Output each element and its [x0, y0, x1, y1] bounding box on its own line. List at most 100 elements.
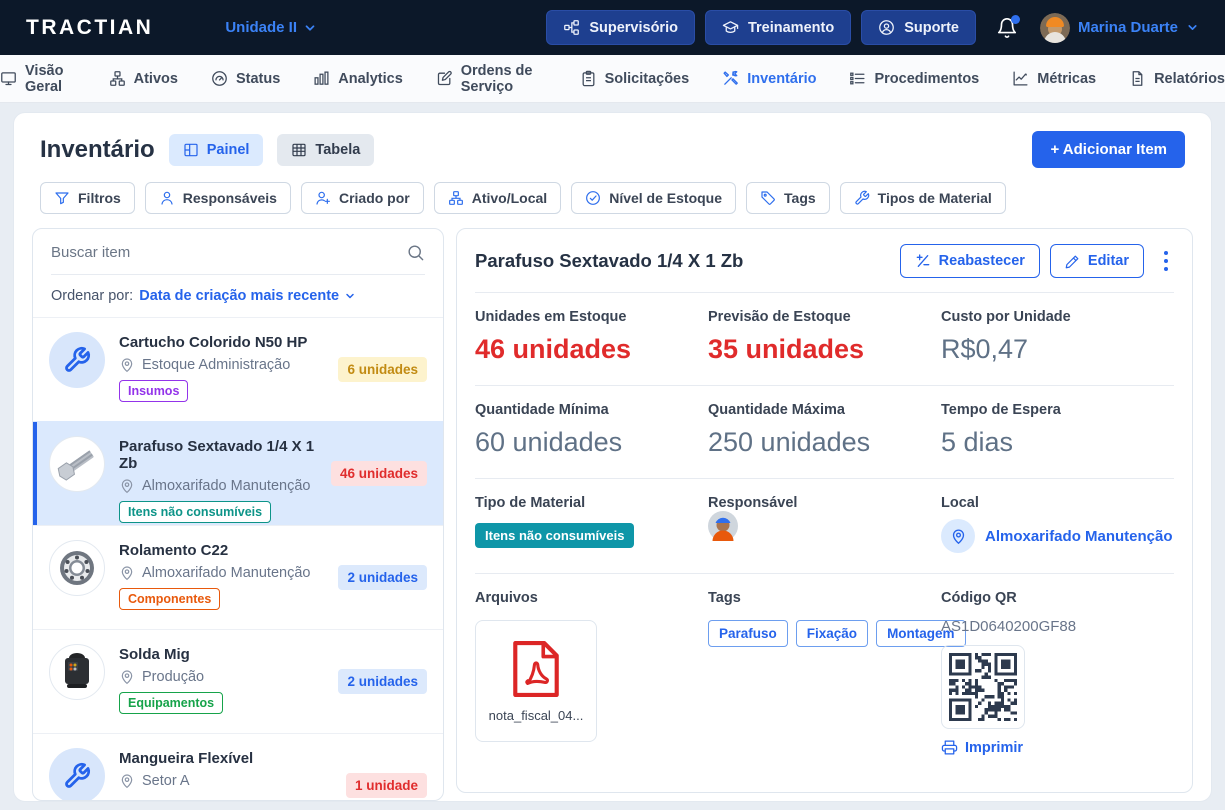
- nav-inventario[interactable]: Inventário: [722, 70, 816, 87]
- support-agent-icon: [878, 19, 895, 36]
- item-location: Setor A: [142, 773, 190, 789]
- edit-button[interactable]: Editar: [1050, 244, 1144, 278]
- suporte-button[interactable]: Suporte: [861, 10, 976, 45]
- item-tag: Componentes: [119, 588, 220, 610]
- tag-icon: [760, 190, 776, 206]
- add-item-button[interactable]: + Adicionar Item: [1032, 131, 1185, 168]
- filter-tipos-de-material[interactable]: Tipos de Material: [840, 182, 1006, 214]
- stat-value: 250 unidades: [708, 427, 941, 458]
- pdf-file-icon: [510, 640, 562, 698]
- map-pin-icon: [119, 565, 135, 581]
- local-link[interactable]: Almoxarifado Manutenção: [941, 519, 1174, 553]
- item-photo-bolt: [49, 436, 105, 492]
- tools-icon: [722, 70, 739, 87]
- nav-status[interactable]: Status: [211, 70, 280, 87]
- nav-ordens-de-servico[interactable]: Ordens de Serviço: [436, 63, 547, 95]
- gauge-icon: [211, 70, 228, 87]
- material-type-label: Tipo de Material: [475, 495, 708, 511]
- view-tabela-button[interactable]: Tabela: [277, 134, 374, 166]
- meta-row: Tipo de Material Itens não consumíveis R…: [475, 478, 1174, 573]
- item-tag: Itens não consumíveis: [119, 501, 271, 523]
- file-card[interactable]: nota_fiscal_04...: [475, 620, 597, 742]
- tag-chip[interactable]: Parafuso: [708, 620, 788, 647]
- wrench-icon: [854, 190, 870, 206]
- user-menu[interactable]: Marina Duarte: [1040, 13, 1199, 43]
- print-qr-link[interactable]: Imprimir: [941, 739, 1174, 756]
- restock-button[interactable]: Reabastecer: [900, 244, 1040, 278]
- unit-selector[interactable]: Unidade II: [225, 19, 317, 36]
- item-location: Produção: [142, 669, 204, 685]
- bar-chart-icon: [313, 70, 330, 87]
- nav-analytics[interactable]: Analytics: [313, 70, 402, 87]
- stat-label: Previsão de Estoque: [708, 309, 941, 325]
- map-pin-icon: [119, 357, 135, 373]
- local-label: Local: [941, 495, 1174, 511]
- supervisorio-button[interactable]: Supervisório: [546, 10, 695, 45]
- filter-criado-por[interactable]: Criado por: [301, 182, 424, 214]
- list-check-icon: [849, 70, 866, 87]
- wrench-placeholder-icon: [49, 332, 105, 388]
- user-name: Marina Duarte: [1078, 19, 1178, 36]
- nav-metricas[interactable]: Métricas: [1012, 70, 1096, 87]
- nav-relatorios[interactable]: Relatórios: [1129, 70, 1225, 87]
- treinamento-button[interactable]: Treinamento: [705, 10, 851, 45]
- sort-label: Ordenar por:: [51, 288, 133, 304]
- filter-tags[interactable]: Tags: [746, 182, 830, 214]
- item-location: Almoxarifado Manutenção: [142, 478, 310, 494]
- avatar: [1040, 13, 1070, 43]
- filter-filtros[interactable]: Filtros: [40, 182, 135, 214]
- edit-square-icon: [436, 70, 453, 87]
- nav-procedimentos[interactable]: Procedimentos: [849, 70, 979, 87]
- view-painel-button[interactable]: Painel: [169, 134, 264, 166]
- person-plus-icon: [315, 190, 331, 206]
- filter-nivel-de-estoque[interactable]: Nível de Estoque: [571, 182, 736, 214]
- notifications-button[interactable]: [996, 17, 1018, 39]
- clipboard-icon: [580, 70, 597, 87]
- filter-responsaveis[interactable]: Responsáveis: [145, 182, 291, 214]
- list-item[interactable]: Mangueira Flexível Setor A 1 unidade: [33, 733, 443, 801]
- line-chart-icon: [1012, 70, 1029, 87]
- list-item-selected[interactable]: Parafuso Sextavado 1/4 X 1 Zb Almoxarifa…: [33, 421, 443, 525]
- nav-ativos[interactable]: Ativos: [109, 70, 178, 87]
- main-nav: Visão Geral Ativos Status Analytics Orde…: [0, 55, 1225, 103]
- material-type-badge: Itens não consumíveis: [475, 523, 634, 548]
- more-options-button[interactable]: [1158, 249, 1174, 273]
- item-name: Mangueira Flexível: [119, 750, 332, 767]
- attachments-row: Arquivos nota_fiscal_04... Tags Parafuso…: [475, 573, 1174, 776]
- item-tag: Insumos: [119, 380, 188, 402]
- page-title: Inventário: [40, 136, 155, 164]
- list-item[interactable]: Rolamento C22 Almoxarifado Manutenção Co…: [33, 525, 443, 629]
- sort-dropdown[interactable]: Data de criação mais recente: [139, 288, 356, 304]
- unread-notification-dot: [1011, 15, 1020, 24]
- item-name: Solda Mig: [119, 646, 324, 663]
- workflow-icon: [563, 19, 580, 36]
- list-item[interactable]: Cartucho Colorido N50 HP Estoque Adminis…: [33, 317, 443, 421]
- map-pin-icon: [119, 669, 135, 685]
- tractian-logo: TRACTIAN: [26, 16, 153, 40]
- item-name: Parafuso Sextavado 1/4 X 1 Zb: [119, 438, 317, 472]
- stat-label: Unidades em Estoque: [475, 309, 708, 325]
- plus-minus-icon: [915, 253, 931, 269]
- tags-label: Tags: [708, 590, 941, 606]
- tag-chip[interactable]: Fixação: [796, 620, 868, 647]
- stat-label: Quantidade Máxima: [708, 402, 941, 418]
- qr-code-value: AS1D0640200GF88: [941, 618, 1174, 635]
- search-input[interactable]: [51, 244, 351, 261]
- quantity-badge: 6 unidades: [338, 357, 427, 382]
- graduation-icon: [722, 19, 739, 36]
- person-icon: [159, 190, 175, 206]
- responsible-label: Responsável: [708, 495, 941, 511]
- stat-value: 60 unidades: [475, 427, 708, 458]
- list-item[interactable]: Solda Mig Produção Equipamentos 2 unidad…: [33, 629, 443, 733]
- detail-title: Parafuso Sextavado 1/4 X 1 Zb: [475, 250, 890, 272]
- nav-solicitacoes[interactable]: Solicitações: [580, 70, 690, 87]
- filter-ativo-local[interactable]: Ativo/Local: [434, 182, 561, 214]
- chevron-down-icon: [344, 290, 356, 302]
- nav-visao-geral[interactable]: Visão Geral: [0, 63, 76, 95]
- search-icon[interactable]: [406, 243, 425, 262]
- qr-label: Código QR: [941, 590, 1174, 606]
- check-circle-icon: [585, 190, 601, 206]
- inventory-page: Inventário Painel Tabela + Adicionar Ite…: [13, 112, 1212, 802]
- responsible-avatar[interactable]: [708, 511, 941, 541]
- item-photo-bearing: [49, 540, 105, 596]
